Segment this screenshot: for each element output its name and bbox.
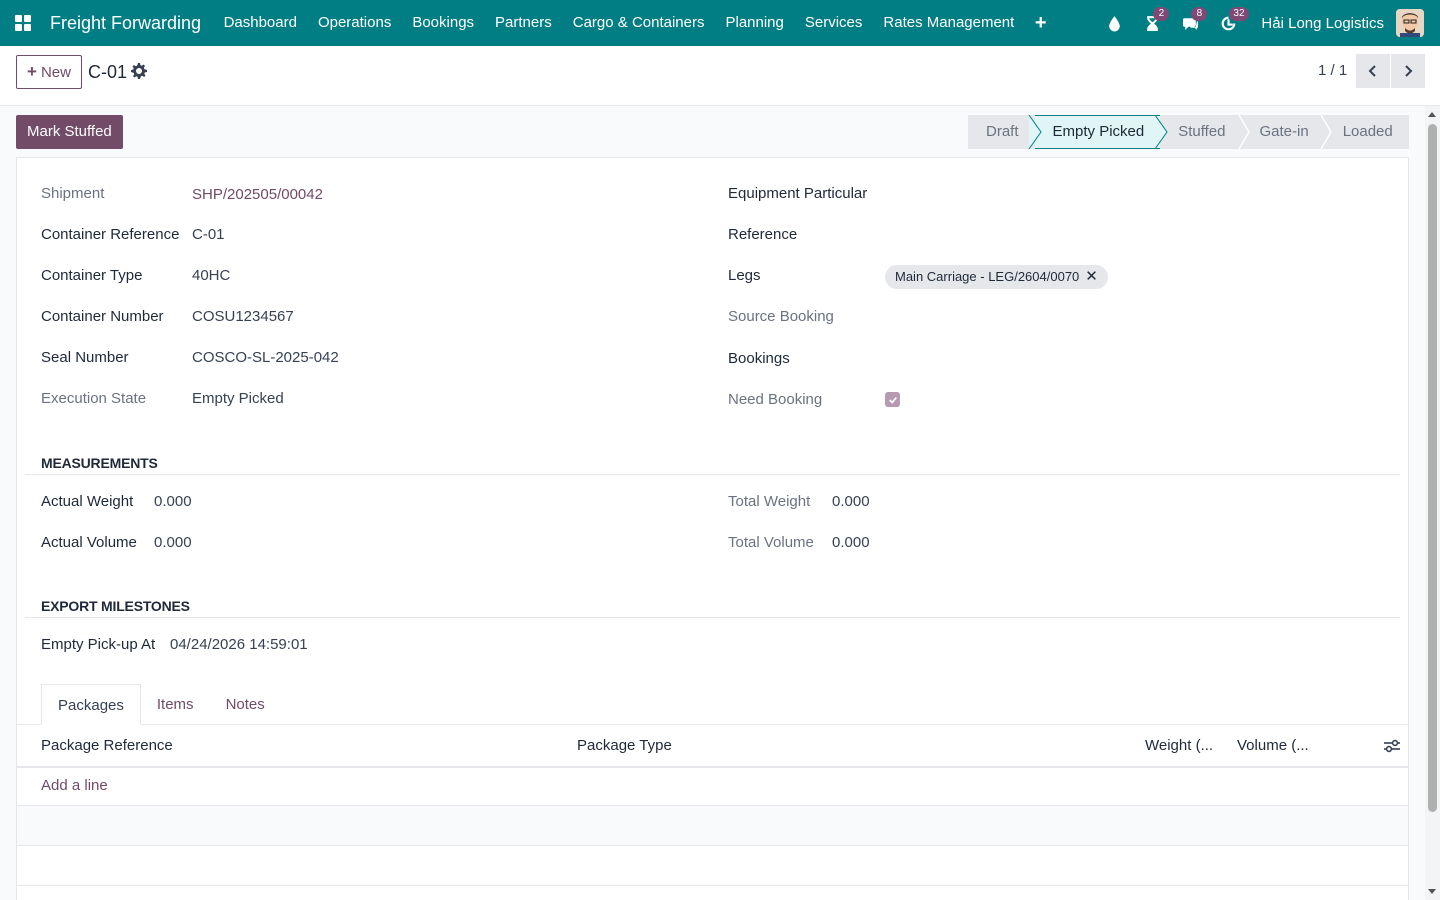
actual-volume-label: Actual Volume — [41, 534, 137, 551]
legs-tag[interactable]: Main Carriage - LEG/2604/0070 ✕ — [885, 265, 1108, 289]
reference-label: Reference — [728, 226, 798, 243]
pager-next-button[interactable] — [1391, 54, 1425, 88]
page-scrollbar[interactable] — [1425, 106, 1440, 900]
section-separator — [25, 474, 1400, 475]
legs-tag-label: Main Carriage - LEG/2604/0070 — [895, 269, 1080, 284]
record-title: C-01 — [88, 62, 128, 82]
table-row-divider — [17, 845, 1408, 846]
chevron-left-icon — [1368, 65, 1376, 77]
mark-stuffed-button[interactable]: Mark Stuffed — [16, 115, 123, 149]
menu-bookings[interactable]: Bookings — [402, 0, 485, 46]
menu-dashboard[interactable]: Dashboard — [213, 0, 307, 46]
equipment-particular-label: Equipment Particular — [728, 185, 868, 202]
seal-number-field[interactable]: COSCO-SL-2025-042 — [192, 349, 339, 366]
check-icon — [888, 396, 897, 404]
main-menu: Dashboard Operations Bookings Partners C… — [213, 0, 1056, 46]
activity-badge: 2 — [1153, 7, 1170, 21]
container-reference-field[interactable]: C-01 — [192, 226, 225, 243]
scroll-thumb[interactable] — [1428, 124, 1437, 812]
hourglass-icon[interactable]: 2 — [1133, 0, 1171, 46]
add-line-link[interactable]: Add a line — [41, 777, 108, 794]
systray: 2 8 32 Hải Long Logistics — [1095, 0, 1440, 46]
pager-value[interactable]: 1 / 1 — [1318, 62, 1347, 79]
pager-previous-button[interactable] — [1356, 54, 1390, 88]
notebook-tabs: Packages Items Notes — [41, 684, 281, 725]
container-number-field[interactable]: COSU1234567 — [192, 308, 294, 325]
company-switcher[interactable]: Hải Long Logistics — [1261, 15, 1384, 32]
total-volume-label: Total Volume — [728, 534, 814, 551]
seal-number-label: Seal Number — [41, 349, 129, 366]
actual-weight-field[interactable]: 0.000 — [154, 493, 192, 510]
execution-state-label: Execution State — [41, 390, 147, 407]
column-volume[interactable]: Volume (... — [1237, 737, 1309, 754]
bookings-label: Bookings — [728, 350, 790, 367]
close-icon[interactable]: ✕ — [1085, 265, 1098, 289]
sliders-icon[interactable] — [1383, 738, 1401, 754]
plus-icon[interactable]: + — [1025, 0, 1057, 46]
need-booking-checkbox[interactable] — [885, 392, 900, 407]
scroll-up-icon[interactable] — [1428, 112, 1436, 117]
menu-operations[interactable]: Operations — [307, 0, 401, 46]
new-button-label: New — [40, 63, 71, 81]
new-button[interactable]: + New — [16, 55, 82, 89]
container-number-label: Container Number — [41, 308, 164, 325]
column-package-type[interactable]: Package Type — [577, 737, 672, 754]
gear-icon[interactable] — [131, 63, 147, 79]
menu-planning[interactable]: Planning — [715, 0, 794, 46]
shipment-link[interactable]: SHP/202505/00042 — [192, 186, 323, 203]
table-header-border — [17, 766, 1408, 768]
form-sheet: Shipment SHP/202505/00042 Container Refe… — [16, 157, 1409, 900]
top-navbar: Freight Forwarding Dashboard Operations … — [0, 0, 1440, 46]
table-row — [17, 806, 1408, 846]
legs-label: Legs — [728, 267, 761, 284]
need-booking-label: Need Booking — [728, 391, 823, 408]
execution-state-value: Empty Picked — [192, 390, 284, 407]
table-row-divider — [17, 885, 1408, 886]
tab-packages[interactable]: Packages — [41, 684, 141, 725]
section-separator — [25, 617, 1400, 618]
source-booking-label: Source Booking — [728, 308, 834, 325]
stage-arrows — [1028, 115, 1332, 149]
export-milestones-title: EXPORT MILESTONES — [41, 598, 190, 614]
total-volume-value: 0.000 — [832, 534, 870, 551]
menu-partners[interactable]: Partners — [485, 0, 563, 46]
chevron-right-icon — [1405, 65, 1413, 77]
container-reference-label: Container Reference — [41, 226, 180, 243]
app-menu-icon[interactable] — [0, 0, 46, 46]
empty-pickup-field[interactable]: 04/24/2026 14:59:01 — [170, 636, 308, 653]
chat-icon[interactable]: 8 — [1171, 0, 1209, 46]
container-type-label: Container Type — [41, 267, 143, 284]
measurements-title: MEASUREMENTS — [41, 455, 158, 471]
total-weight-value: 0.000 — [832, 493, 870, 510]
user-avatar[interactable] — [1396, 9, 1424, 37]
shipment-label: Shipment — [41, 185, 105, 202]
app-brand[interactable]: Freight Forwarding — [50, 13, 201, 34]
column-package-reference[interactable]: Package Reference — [41, 737, 173, 754]
plus-icon: + — [27, 62, 37, 81]
total-weight-label: Total Weight — [728, 493, 811, 510]
tab-notes[interactable]: Notes — [210, 684, 281, 725]
column-weight[interactable]: Weight (... — [1145, 737, 1213, 754]
actual-weight-label: Actual Weight — [41, 493, 134, 510]
drop-icon[interactable] — [1095, 0, 1133, 46]
clock-icon[interactable]: 32 — [1209, 0, 1249, 46]
menu-cargo-containers[interactable]: Cargo & Containers — [562, 0, 715, 46]
control-panel: + New C-01 1 / 1 — [0, 46, 1440, 106]
menu-rates-management[interactable]: Rates Management — [873, 0, 1025, 46]
empty-pickup-label: Empty Pick-up At — [41, 636, 156, 653]
container-type-field[interactable]: 40HC — [192, 267, 230, 284]
scroll-down-icon[interactable] — [1428, 889, 1436, 894]
tab-items[interactable]: Items — [141, 684, 210, 725]
menu-services[interactable]: Services — [794, 0, 873, 46]
clock-badge: 32 — [1229, 7, 1249, 21]
messages-badge: 8 — [1191, 7, 1208, 21]
actual-volume-field[interactable]: 0.000 — [154, 534, 192, 551]
